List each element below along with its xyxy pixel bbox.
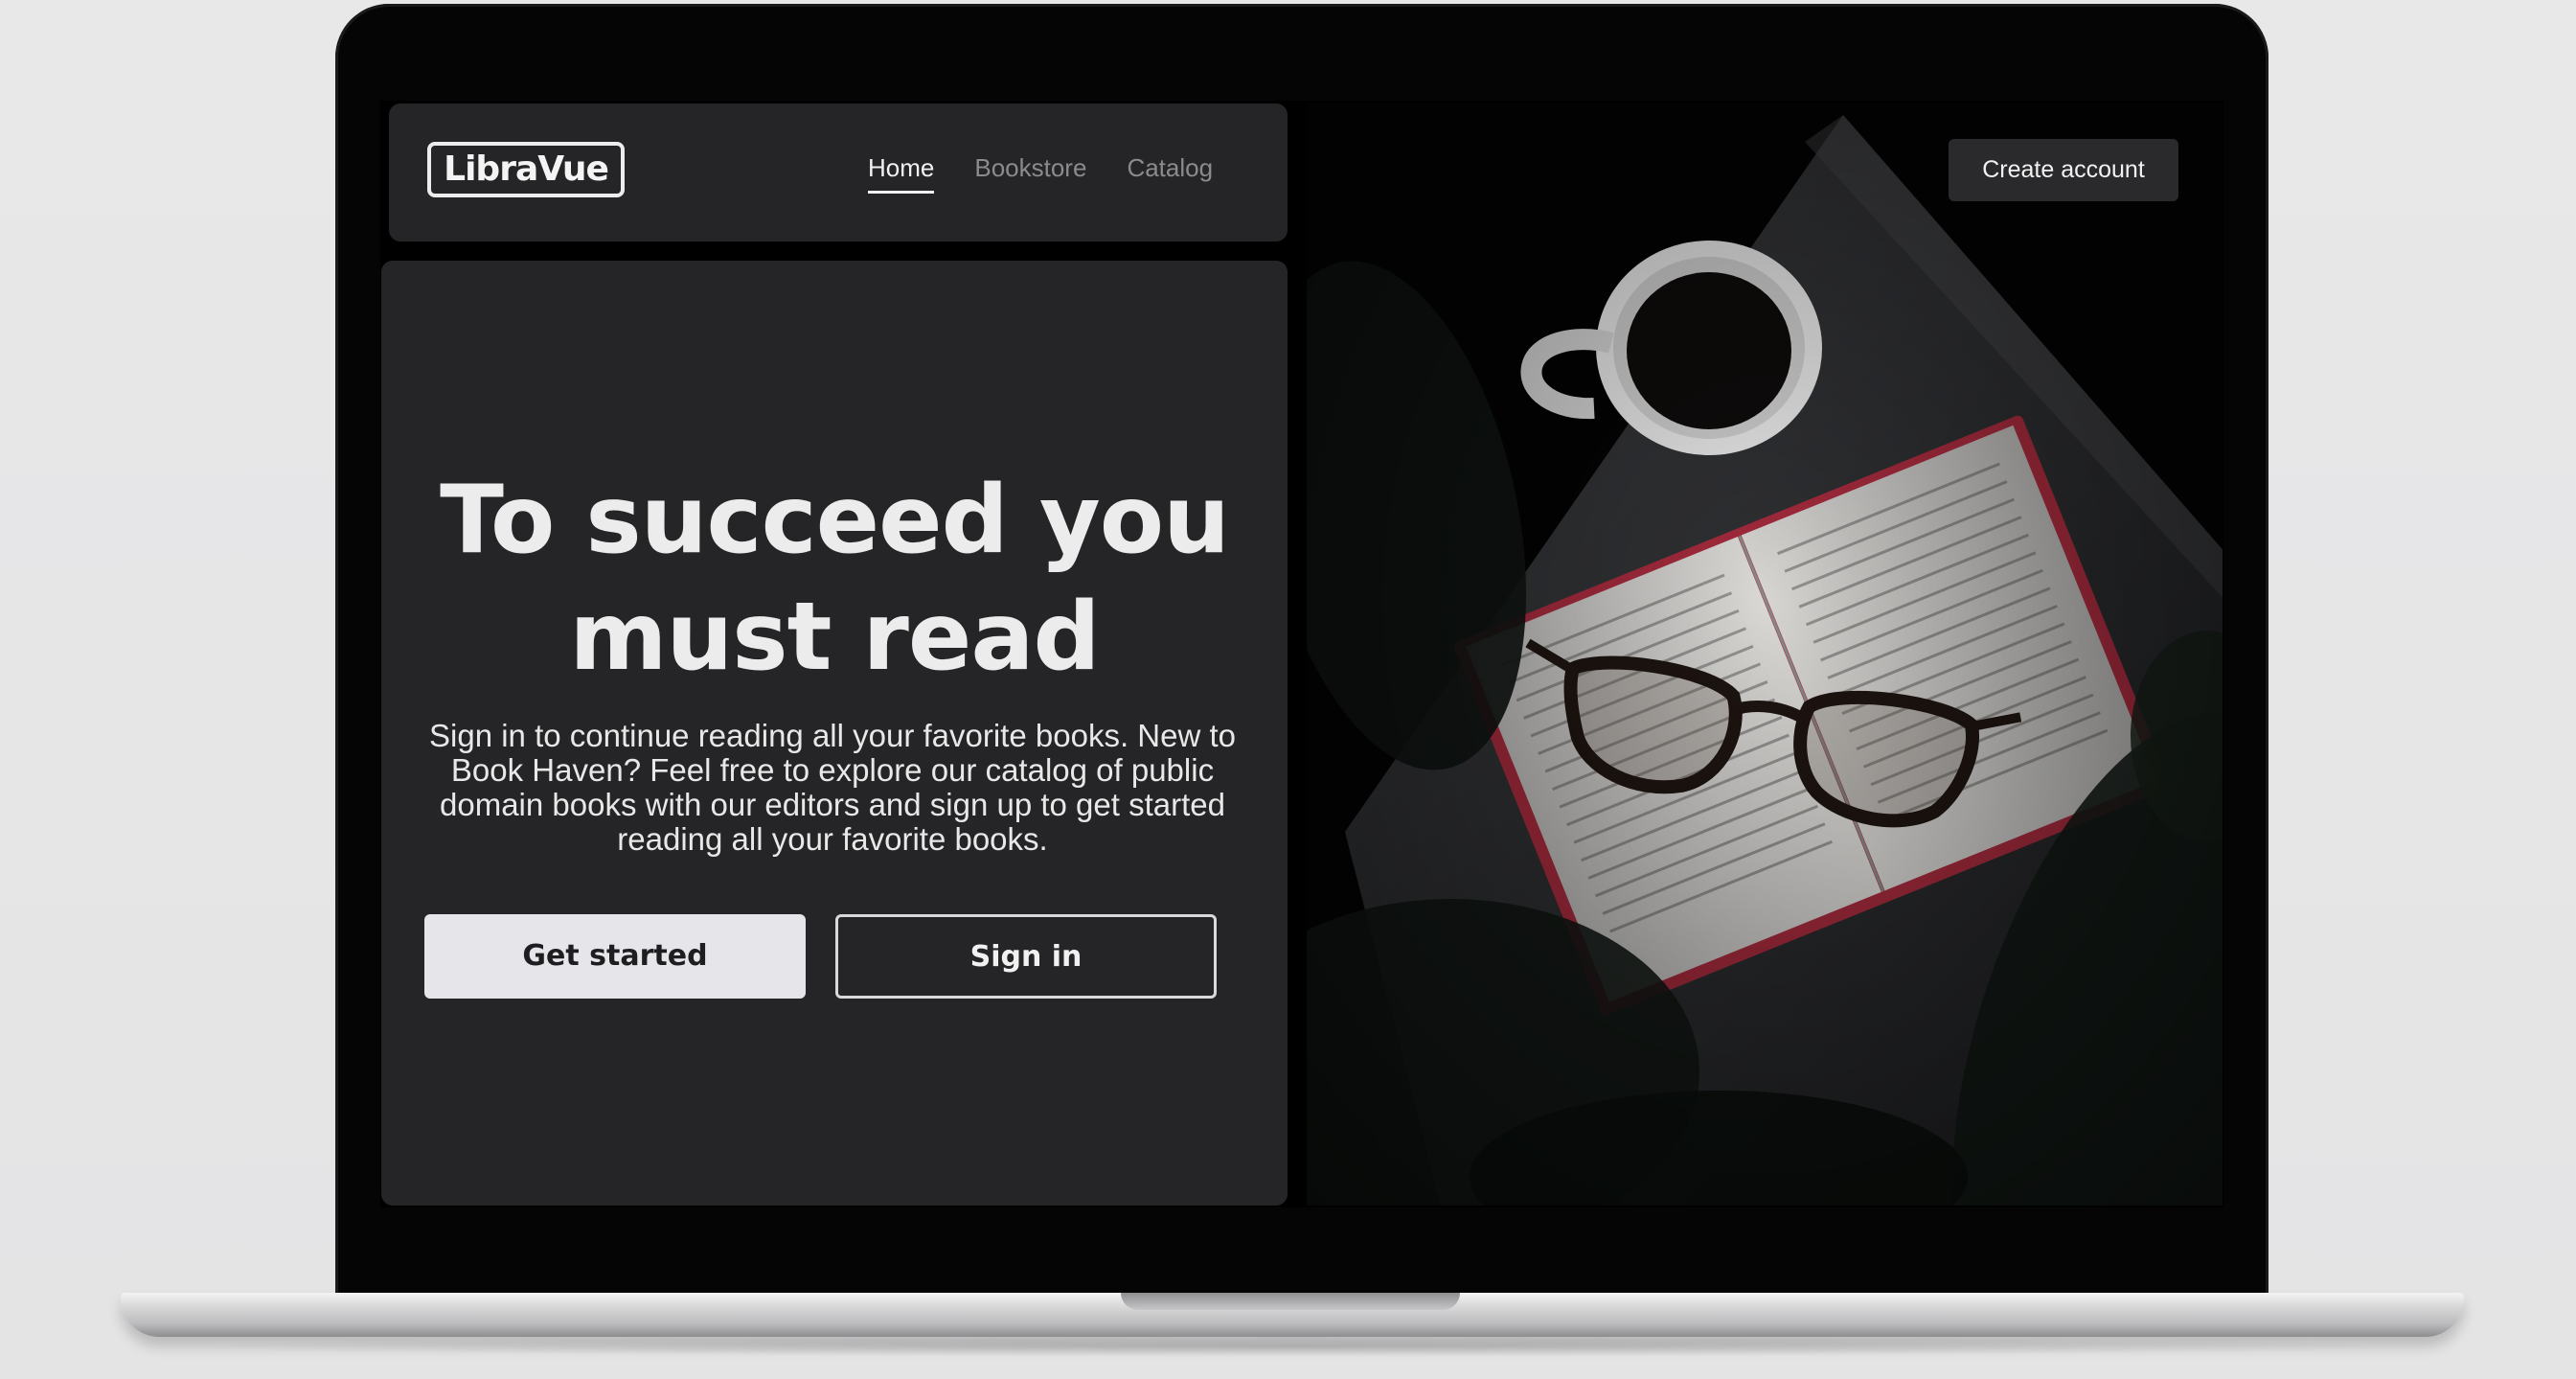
laptop-mockup-stage: LibraVue Home Bookstore Catalog To succe… (0, 0, 2576, 1379)
librave-logo[interactable]: LibraVue (427, 142, 625, 197)
laptop-base-shadow (172, 1336, 2414, 1357)
nav-link-home[interactable]: Home (868, 153, 935, 194)
hero-heading: To succeed you must read (381, 462, 1288, 696)
get-started-button[interactable]: Get started (424, 914, 806, 999)
hero-photo (1307, 103, 2223, 1206)
nav-link-catalog[interactable]: Catalog (1127, 153, 1213, 194)
nav-link-bookstore[interactable]: Bookstore (974, 153, 1086, 194)
hero-card: To succeed you must read Sign in to cont… (381, 261, 1288, 1206)
hero-heading-line-1: To succeed you (440, 466, 1230, 575)
hero-description: Sign in to continue reading all your fav… (429, 718, 1236, 857)
book-coffee-glasses-photo-icon (1307, 103, 2223, 1206)
primary-nav: Home Bookstore Catalog (868, 153, 1213, 194)
hero-heading-line-2: must read (569, 583, 1100, 692)
create-account-button[interactable]: Create account (1949, 139, 2178, 201)
laptop-hinge-notch (1121, 1293, 1460, 1310)
sign-in-button[interactable]: Sign in (835, 914, 1217, 999)
top-navigation-bar: LibraVue Home Bookstore Catalog (389, 103, 1288, 241)
